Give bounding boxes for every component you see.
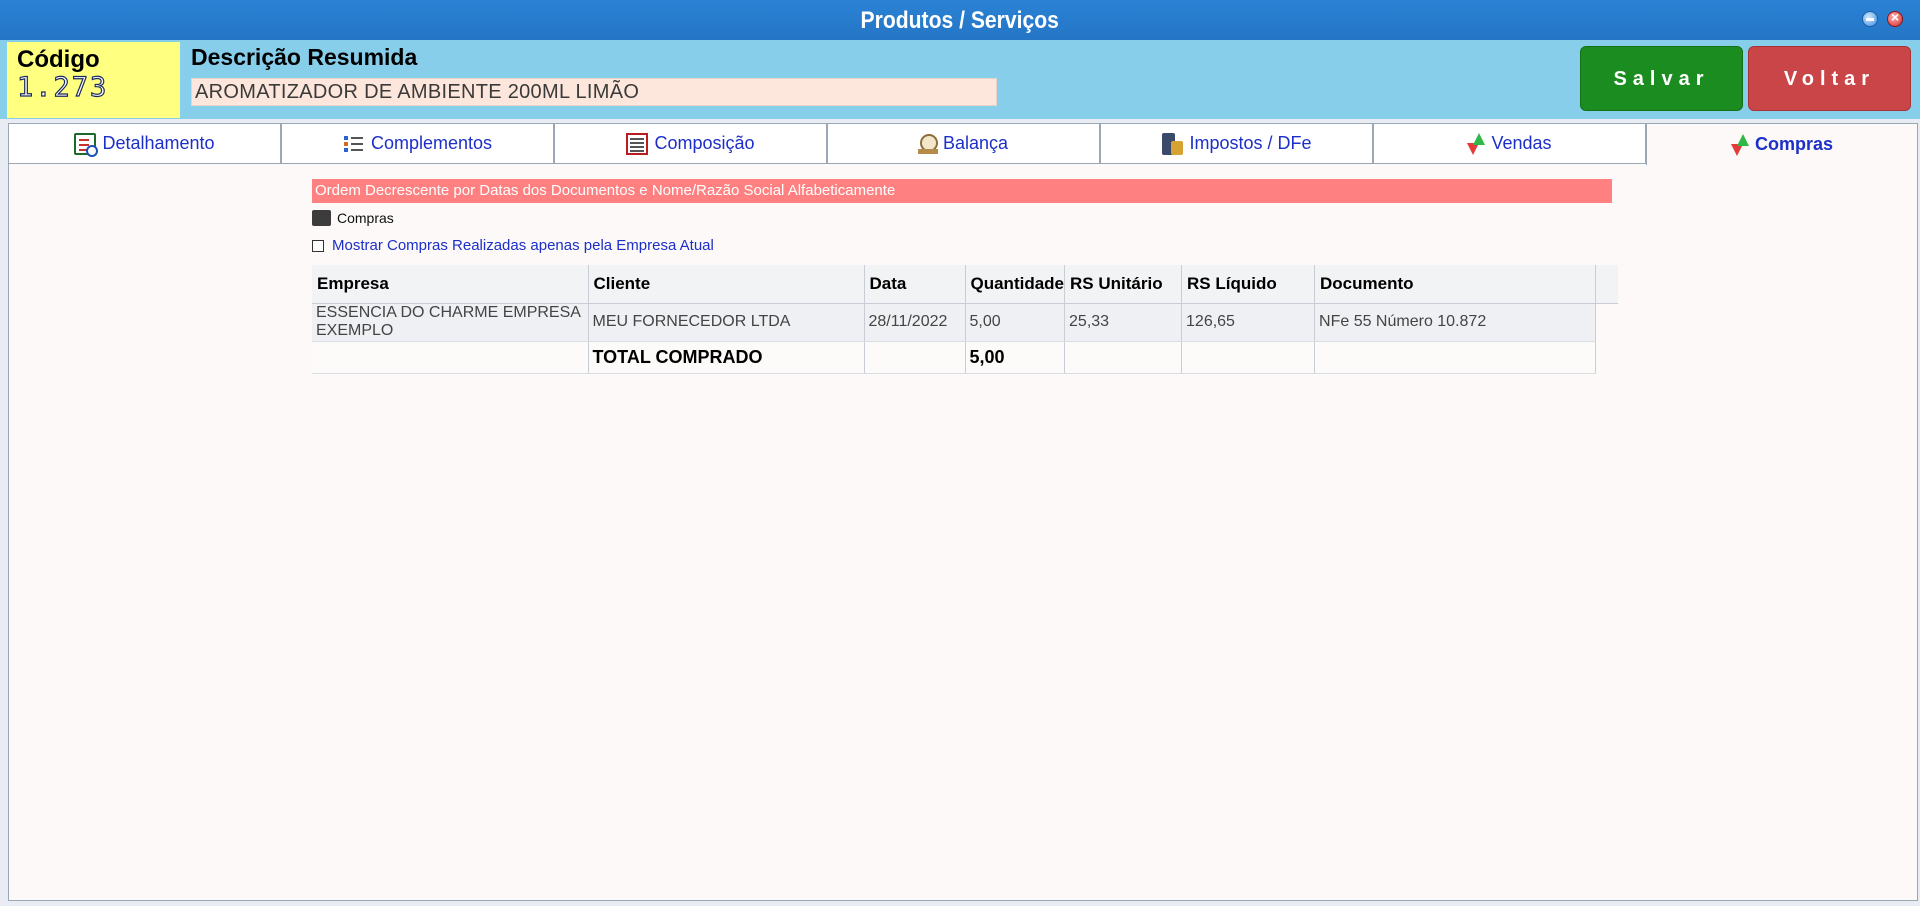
cell-documento: NFe 55 Número 10.872 xyxy=(1314,303,1597,342)
sort-order-banner: Ordem Decrescente por Datas dos Document… xyxy=(312,179,1612,203)
description-label: Descrição Resumida xyxy=(191,44,418,70)
column-header[interactable]: Documento xyxy=(1314,265,1597,304)
minimize-icon[interactable] xyxy=(1862,11,1878,27)
tab-label: Impostos / DFe xyxy=(1189,133,1312,153)
cell-data: 28/11/2022 xyxy=(864,303,966,342)
company-filter-checkbox[interactable]: Mostrar Compras Realizadas apenas pela E… xyxy=(312,237,714,254)
title-bar: Produtos / Serviços xyxy=(0,0,1920,40)
tab-impostos[interactable]: Impostos / DFe xyxy=(1100,123,1373,164)
code-box: Código 1.273 xyxy=(7,42,180,118)
tab-label: Compras xyxy=(1754,134,1834,154)
tab-label: Complementos xyxy=(370,133,493,153)
list-icon xyxy=(343,133,365,155)
total-label: TOTAL COMPRADO xyxy=(588,341,865,374)
row-spacer xyxy=(1595,341,1618,373)
scale-icon xyxy=(917,133,938,154)
tab-balanca[interactable]: Balança xyxy=(827,123,1100,164)
arrows-icon xyxy=(1730,133,1749,156)
table-row[interactable]: ESSENCIA DO CHARME EMPRESA EXEMPLO MEU F… xyxy=(312,303,1618,342)
column-header[interactable]: Data xyxy=(864,265,966,304)
column-header[interactable]: Empresa xyxy=(312,265,589,304)
column-header[interactable]: Cliente xyxy=(588,265,865,304)
tab-label: Detalhamento xyxy=(102,133,215,153)
back-button[interactable]: Voltar xyxy=(1748,46,1911,111)
checkbox-box[interactable] xyxy=(312,239,324,252)
legend: Compras xyxy=(312,210,394,226)
description-field[interactable]: AROMATIZADOR DE AMBIENTE 200ML LIMÃO xyxy=(191,78,997,106)
tab-complementos[interactable]: Complementos xyxy=(281,123,554,164)
total-quantity: 5,00 xyxy=(965,341,1066,374)
header-spacer xyxy=(1595,265,1618,304)
total-empty xyxy=(312,341,589,374)
checkbox-label[interactable]: Mostrar Compras Realizadas apenas pela E… xyxy=(332,237,714,254)
legend-label: Compras xyxy=(337,210,394,226)
tab-composicao[interactable]: Composição xyxy=(554,123,827,164)
arrows-icon xyxy=(1467,132,1486,155)
column-header[interactable]: RS Unitário xyxy=(1064,265,1183,304)
close-icon[interactable] xyxy=(1887,9,1903,27)
tab-label: Vendas xyxy=(1491,133,1552,153)
tab-compras[interactable]: Compras xyxy=(1646,123,1918,165)
detail-icon xyxy=(74,132,99,157)
tab-bar: Detalhamento Complementos Composição Bal… xyxy=(8,123,1918,165)
purchases-table: Empresa Cliente Data Quantidade RS Unitá… xyxy=(312,265,1618,374)
legend-swatch xyxy=(312,210,331,226)
tab-label: Composição xyxy=(654,133,755,153)
column-header[interactable]: RS Líquido xyxy=(1181,265,1316,304)
tab-vendas[interactable]: Vendas xyxy=(1373,123,1646,164)
total-empty xyxy=(1064,341,1183,374)
cell-cliente: MEU FORNECEDOR LTDA xyxy=(588,303,865,342)
code-label: Código xyxy=(17,46,100,73)
save-button[interactable]: Salvar xyxy=(1580,46,1743,111)
table-header-row: Empresa Cliente Data Quantidade RS Unitá… xyxy=(312,265,1618,304)
window-title: Produtos / Serviços xyxy=(860,7,1060,34)
cell-empresa: ESSENCIA DO CHARME EMPRESA EXEMPLO xyxy=(312,303,589,342)
composition-icon xyxy=(626,132,649,155)
code-value: 1.273 xyxy=(16,71,109,103)
tab-detalhamento[interactable]: Detalhamento xyxy=(8,123,281,164)
row-spacer xyxy=(1595,303,1618,341)
tab-panel xyxy=(8,123,1918,901)
cell-unitario: 25,33 xyxy=(1064,303,1183,342)
total-empty xyxy=(864,341,966,374)
tax-icon xyxy=(1161,132,1184,155)
cell-liquido: 126,65 xyxy=(1181,303,1316,342)
tab-label: Balança xyxy=(942,133,1009,153)
column-header[interactable]: Quantidade xyxy=(965,265,1066,304)
total-empty xyxy=(1314,341,1597,374)
cell-quantidade: 5,00 xyxy=(965,303,1066,342)
total-empty xyxy=(1181,341,1316,374)
product-header: Código 1.273 Descrição Resumida AROMATIZ… xyxy=(0,40,1920,119)
total-row: TOTAL COMPRADO 5,00 xyxy=(312,341,1618,374)
